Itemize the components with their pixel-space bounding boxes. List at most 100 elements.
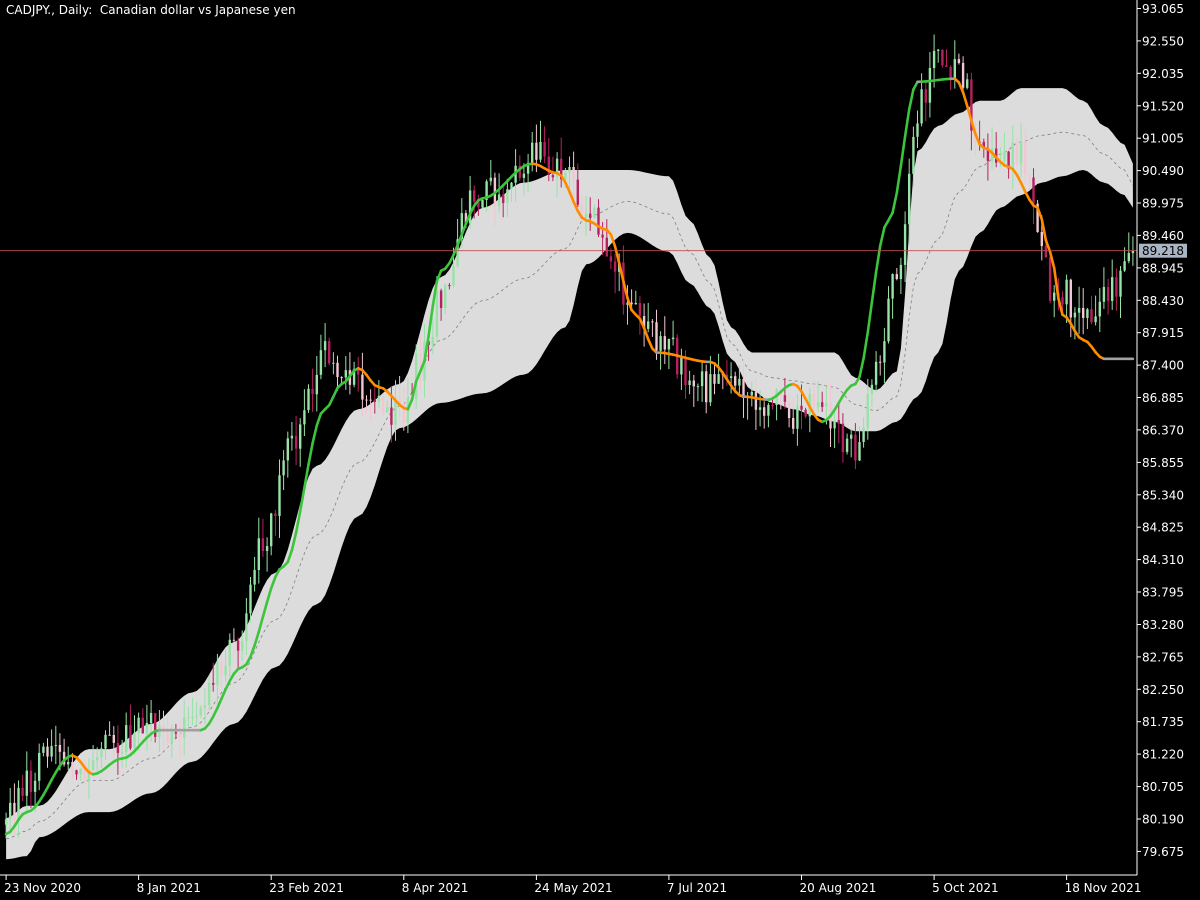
candle-body: [605, 237, 608, 257]
y-tick: 87.915: [1137, 326, 1184, 340]
candle-body: [25, 770, 28, 796]
chart-window[interactable]: 89.218 93.065 92.550 92.035 91.520 91.005 90.…: [0, 0, 1200, 900]
candle-body: [696, 386, 700, 388]
candle-body: [937, 49, 940, 51]
candle-body: [593, 207, 596, 219]
y-tick: 80.705: [1137, 780, 1184, 794]
candle-body: [377, 395, 381, 402]
candle-body: [323, 341, 327, 351]
candle-body: [435, 290, 439, 337]
candle-body: [439, 290, 443, 308]
candle-body: [949, 67, 952, 78]
candle-body: [920, 89, 923, 124]
candlestick-chart[interactable]: 89.218 93.065 92.550 92.035 91.520 91.005 90.…: [0, 0, 1200, 900]
candle-body: [199, 708, 202, 716]
candle-body: [249, 584, 252, 614]
y-tick: 83.280: [1137, 618, 1184, 632]
candle-body: [137, 717, 140, 733]
candle-body: [1053, 292, 1056, 301]
candle-body: [895, 274, 898, 279]
y-tick: 83.795: [1137, 586, 1184, 600]
y-tick-label: 83.280: [1142, 618, 1184, 632]
candle-body: [601, 234, 604, 238]
candle-body: [916, 123, 919, 137]
candle-body: [299, 424, 302, 449]
candle-body: [216, 661, 219, 685]
candle-body: [54, 745, 57, 746]
candle-body: [705, 371, 708, 403]
candle-body: [294, 435, 298, 449]
candle-body: [1123, 261, 1126, 271]
candle-body: [783, 395, 787, 402]
y-tick-label: 86.370: [1142, 423, 1184, 437]
candle-body: [932, 50, 936, 68]
candle-body: [365, 399, 368, 401]
candle-body: [228, 639, 231, 666]
candle-body: [1061, 297, 1064, 305]
candle-body: [108, 734, 111, 736]
candle-body: [497, 194, 501, 206]
candle-body: [862, 427, 865, 442]
y-tick-label: 91.005: [1142, 132, 1184, 146]
candle-body: [1119, 270, 1122, 297]
candle-body: [154, 713, 157, 737]
candle-body: [883, 341, 886, 363]
candle-body: [1098, 301, 1101, 317]
y-tick-label: 83.795: [1142, 586, 1184, 600]
candle-body: [1024, 141, 1027, 175]
y-tick-label: 82.765: [1142, 650, 1184, 664]
candle-body: [315, 374, 318, 395]
candle-body: [891, 274, 894, 299]
candle-body: [50, 746, 53, 757]
y-tick-label: 91.520: [1142, 99, 1184, 113]
y-tick: 81.735: [1137, 715, 1184, 729]
title-separator: ,: [51, 3, 59, 17]
y-tick: 88.945: [1137, 261, 1184, 275]
candle-body: [1048, 257, 1052, 301]
candle-body: [584, 213, 588, 218]
candle-body: [1044, 245, 1048, 258]
y-tick: 89.975: [1137, 197, 1184, 211]
candle-body: [928, 68, 932, 103]
candle-body: [1019, 141, 1023, 164]
candle-body: [133, 732, 136, 749]
y-tick: 80.190: [1137, 813, 1184, 827]
candle-body: [1028, 174, 1031, 178]
candle-body: [966, 79, 969, 88]
candle-body: [908, 173, 911, 225]
candle-body: [265, 546, 269, 551]
candle-body: [278, 475, 281, 516]
candle-body: [1065, 279, 1068, 305]
candle-body: [941, 49, 944, 66]
candle-body: [821, 402, 824, 407]
candle-body: [373, 399, 376, 402]
candle-body: [845, 438, 849, 452]
y-tick-label: 93.065: [1142, 2, 1184, 16]
y-tick-label: 84.310: [1142, 553, 1184, 567]
candle-body: [1102, 287, 1106, 302]
candle-body: [481, 200, 484, 208]
candle-body: [1032, 177, 1035, 204]
candle-body: [572, 167, 575, 180]
y-tick-label: 89.460: [1142, 229, 1184, 243]
y-tick: 85.855: [1137, 456, 1184, 470]
candle-body: [361, 374, 364, 400]
x-tick-label: 7 Jul 2021: [667, 881, 727, 895]
candle-body: [91, 760, 95, 770]
candle-body: [4, 819, 8, 825]
y-tick-label: 80.190: [1142, 813, 1184, 827]
candle-body: [236, 640, 240, 651]
candle-body: [220, 661, 223, 676]
candle-body: [709, 374, 712, 403]
candle-body: [261, 538, 265, 552]
candle-body: [866, 393, 869, 428]
candle-body: [771, 404, 774, 406]
candle-body: [340, 377, 343, 379]
candle-body: [659, 336, 662, 351]
x-tick-label: 23 Feb 2021: [269, 881, 344, 895]
candle-body: [663, 336, 666, 350]
candle-body: [232, 639, 236, 641]
candle-body: [651, 321, 654, 323]
candle-body: [187, 717, 190, 719]
y-tick: 87.400: [1137, 359, 1184, 373]
